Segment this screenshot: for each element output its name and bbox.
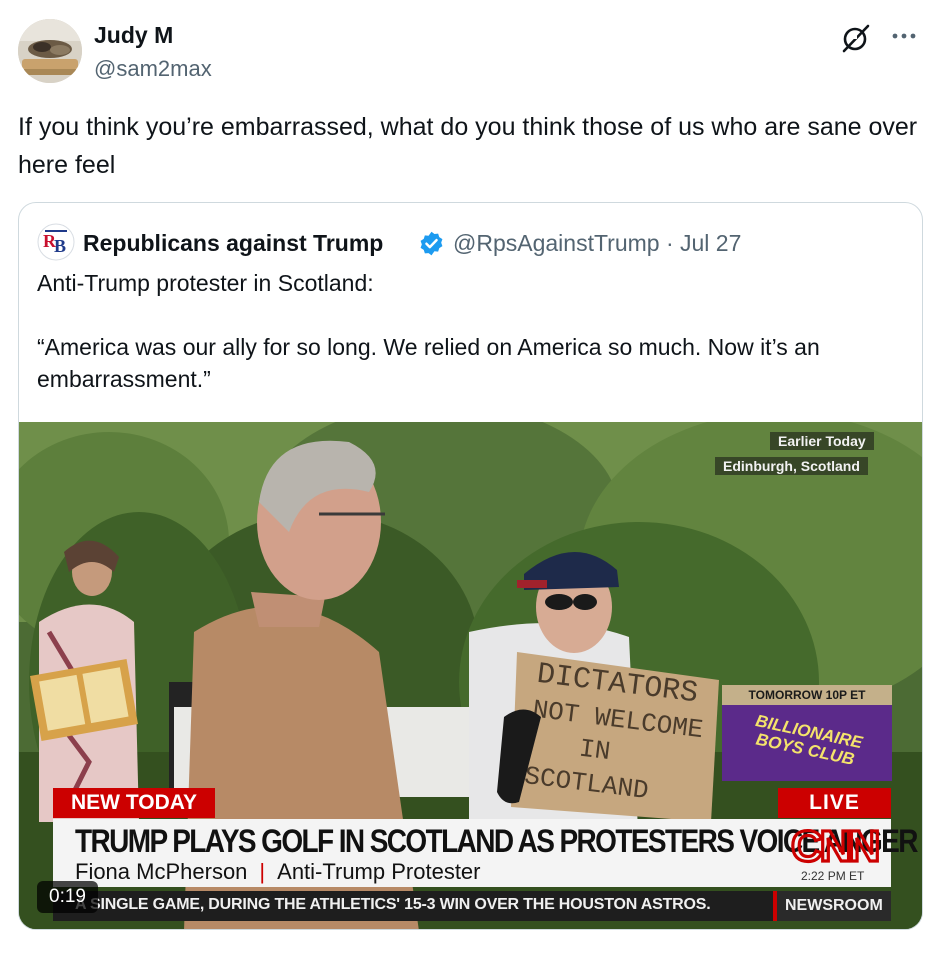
more-icon[interactable] (890, 22, 918, 50)
chyron: TRUMP PLAYS GOLF IN SCOTLAND AS PROTESTE… (53, 819, 922, 887)
promo-schedule: TOMORROW 10P ET (722, 685, 892, 705)
avatar-image (18, 19, 82, 83)
ticker-text: A SINGLE GAME, DURING THE ATHLETICS' 15-… (75, 896, 711, 913)
quoted-author-avatar[interactable]: R B (37, 223, 75, 261)
location-line1: Earlier Today (770, 432, 874, 450)
author-name[interactable]: Judy M (94, 22, 173, 49)
chyron-subline: Fiona McPherson | Anti-Trump Protester (75, 859, 481, 885)
video-player[interactable]: DICTATORS NOT WELCOME IN SCOTLAND Earlie… (19, 422, 922, 929)
quoted-post-text-line1: Anti-Trump protester in Scotland: (37, 270, 374, 296)
svg-text:B: B (54, 236, 66, 256)
ticker-program-name: NEWSROOM (773, 891, 891, 921)
chyron-separator: | (259, 859, 266, 884)
verified-badge-icon[interactable] (418, 230, 445, 257)
interviewee-name: Fiona McPherson (75, 859, 248, 884)
author-handle[interactable]: @sam2max (94, 56, 212, 82)
sign-line-3: IN (577, 734, 612, 768)
protest-sign: DICTATORS NOT WELCOME IN SCOTLAND (511, 652, 719, 822)
grok-icon[interactable] (840, 22, 872, 54)
promo-title: BILLIONAIRE BOYS CLUB (722, 705, 892, 781)
video-duration-badge: 0:19 (37, 881, 98, 913)
new-today-tag: NEW TODAY (53, 788, 216, 818)
quoted-author-name[interactable]: Republicans against Trump (83, 230, 383, 257)
quoted-post-text-line2: “America was our ally for so long. We re… (37, 334, 820, 392)
post-text: If you think you’re embarrassed, what do… (18, 113, 918, 179)
quoted-post-header: R B Republicans against Trump @RpsAgains… (37, 223, 897, 263)
live-tag: LIVE (778, 788, 891, 818)
quoted-post-card[interactable]: R B Republicans against Trump @RpsAgains… (18, 202, 923, 930)
cnn-logo-icon: CNN (789, 823, 882, 867)
author-avatar[interactable] (18, 19, 82, 83)
broadcast-time: 2:22 PM ET (801, 869, 865, 883)
interviewee-role: Anti-Trump Protester (277, 859, 481, 884)
location-line2: Edinburgh, Scotland (715, 457, 868, 475)
svg-text:CNN: CNN (791, 823, 878, 867)
news-ticker: A SINGLE GAME, DURING THE ATHLETICS' 15-… (53, 891, 891, 921)
promo-billionaire-boys-club: TOMORROW 10P ET BILLIONAIRE BOYS CLUB (722, 685, 892, 781)
post-header: Judy M @sam2max (18, 18, 918, 88)
quoted-author-handle-date[interactable]: @RpsAgainstTrump · Jul 27 (453, 230, 741, 257)
